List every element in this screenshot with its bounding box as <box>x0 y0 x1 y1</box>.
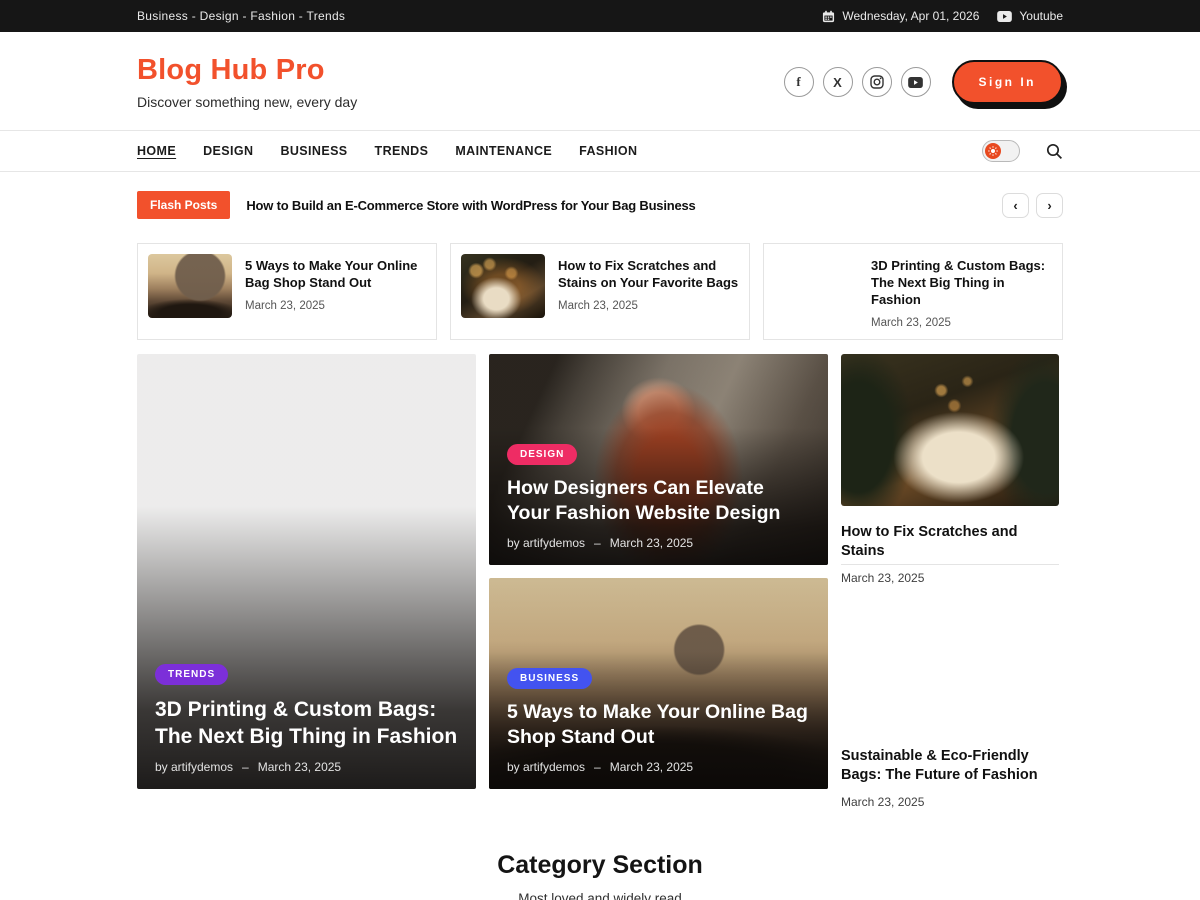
post-author[interactable]: by artifydemos <box>155 760 233 774</box>
post-title[interactable]: 5 Ways to Make Your Online Bag Shop Stan… <box>507 700 810 751</box>
post-date: March 23, 2025 <box>841 795 1059 809</box>
post-date: March 23, 2025 <box>871 317 1052 329</box>
featured-grid: TRENDS 3D Printing & Custom Bags: The Ne… <box>137 354 1063 789</box>
category-section-title: Category Section <box>137 851 1063 880</box>
category-section-subtitle: Most loved and widely read <box>137 891 1063 900</box>
nav-item-maintenance[interactable]: MAINTENANCE <box>455 144 552 158</box>
post-title[interactable]: 3D Printing & Custom Bags: The Next Big … <box>871 258 1052 309</box>
post-author[interactable]: by artifydemos <box>507 760 585 774</box>
featured-post-business[interactable]: BUSINESS 5 Ways to Make Your Online Bag … <box>489 578 828 789</box>
nav-item-fashion[interactable]: FASHION <box>579 144 637 158</box>
post-title[interactable]: 5 Ways to Make Your Online Bag Shop Stan… <box>245 258 426 292</box>
small-card[interactable]: 3D Printing & Custom Bags: The Next Big … <box>763 243 1063 340</box>
calendar-icon <box>822 10 835 23</box>
category-badge-trends[interactable]: TRENDS <box>155 664 228 685</box>
sun-icon <box>985 143 1001 159</box>
flash-posts-ticker: Flash Posts How to Build an E-Commerce S… <box>0 191 1200 219</box>
site-tagline: Discover something new, every day <box>137 94 357 110</box>
post-meta: by artifydemos – March 23, 2025 <box>507 536 810 550</box>
post-meta: by artifydemos – March 23, 2025 <box>507 760 810 774</box>
post-title[interactable]: How to Fix Scratches and Stains on Your … <box>558 258 739 292</box>
post-date: March 23, 2025 <box>258 760 341 774</box>
side-post[interactable]: Sustainable & Eco-Friendly Bags: The Fut… <box>841 578 1059 789</box>
category-badge-business[interactable]: BUSINESS <box>507 668 592 689</box>
small-card[interactable]: 5 Ways to Make Your Online Bag Shop Stan… <box>137 243 437 340</box>
instagram-icon[interactable] <box>862 67 892 97</box>
topbar: Business - Design - Fashion - Trends Wed… <box>0 0 1200 32</box>
meta-separator: – <box>594 760 601 774</box>
theme-toggle[interactable] <box>982 140 1020 162</box>
post-date: March 23, 2025 <box>610 760 693 774</box>
post-title[interactable]: How Designers Can Elevate Your Fashion W… <box>507 476 810 527</box>
side-post[interactable]: How to Fix Scratches and Stains March 23… <box>841 354 1059 565</box>
site-logo[interactable]: Blog Hub Pro <box>137 54 357 87</box>
flash-posts-badge: Flash Posts <box>137 191 230 219</box>
post-date: March 23, 2025 <box>558 300 739 312</box>
meta-separator: – <box>594 536 601 550</box>
category-section: Category Section Most loved and widely r… <box>137 851 1063 900</box>
nav-item-home[interactable]: HOME <box>137 144 176 158</box>
site-header: Blog Hub Pro Discover something new, eve… <box>0 32 1200 130</box>
meta-separator: – <box>242 760 249 774</box>
main-nav: HOME DESIGN BUSINESS TRENDS MAINTENANCE … <box>0 130 1200 172</box>
post-thumbnail <box>841 354 1059 506</box>
recent-posts-row: 5 Ways to Make Your Online Bag Shop Stan… <box>137 243 1063 340</box>
nav-item-trends[interactable]: TRENDS <box>375 144 429 158</box>
post-thumbnail <box>841 578 1059 730</box>
nav-item-design[interactable]: DESIGN <box>203 144 253 158</box>
post-title[interactable]: Sustainable & Eco-Friendly Bags: The Fut… <box>841 747 1059 786</box>
sign-in-button[interactable]: Sign In <box>952 60 1064 104</box>
youtube-circle-icon[interactable] <box>901 67 931 97</box>
post-author[interactable]: by artifydemos <box>507 536 585 550</box>
facebook-icon[interactable]: f <box>784 67 814 97</box>
topbar-youtube-link[interactable]: Youtube <box>997 9 1063 23</box>
topbar-categories: Business - Design - Fashion - Trends <box>137 9 345 23</box>
nav-item-business[interactable]: BUSINESS <box>280 144 347 158</box>
post-thumbnail <box>774 254 858 318</box>
featured-post-design[interactable]: DESIGN How Designers Can Elevate Your Fa… <box>489 354 828 565</box>
post-thumbnail <box>148 254 232 318</box>
featured-post-trends[interactable]: TRENDS 3D Printing & Custom Bags: The Ne… <box>137 354 476 789</box>
post-thumbnail <box>461 254 545 318</box>
category-badge-design[interactable]: DESIGN <box>507 444 577 465</box>
topbar-youtube-label: Youtube <box>1019 9 1063 23</box>
search-icon[interactable] <box>1046 143 1063 160</box>
post-title[interactable]: How to Fix Scratches and Stains <box>841 523 1059 562</box>
youtube-icon <box>997 11 1012 22</box>
ticker-next-button[interactable]: › <box>1036 193 1063 218</box>
x-twitter-icon[interactable]: X <box>823 67 853 97</box>
post-date: March 23, 2025 <box>245 300 426 312</box>
post-meta: by artifydemos – March 23, 2025 <box>155 760 458 774</box>
ticker-headline[interactable]: How to Build an E-Commerce Store with Wo… <box>246 198 1002 213</box>
ticker-prev-button[interactable]: ‹ <box>1002 193 1029 218</box>
topbar-date: Wednesday, Apr 01, 2026 <box>822 9 979 23</box>
post-date: March 23, 2025 <box>610 536 693 550</box>
post-title[interactable]: 3D Printing & Custom Bags: The Next Big … <box>155 696 458 751</box>
topbar-date-label: Wednesday, Apr 01, 2026 <box>842 9 979 23</box>
small-card[interactable]: How to Fix Scratches and Stains on Your … <box>450 243 750 340</box>
